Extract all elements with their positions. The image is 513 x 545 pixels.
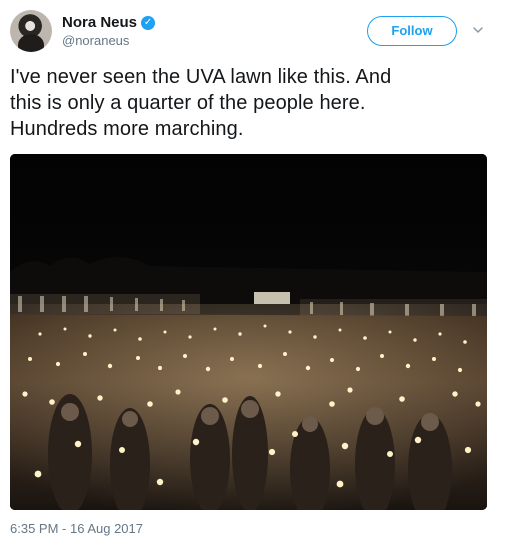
tweet-card: Nora Neus ✓ @noraneus Follow I've never …: [0, 0, 513, 545]
author-display-name[interactable]: Nora Neus: [62, 14, 137, 32]
avatar[interactable]: [10, 10, 52, 52]
verified-badge-icon: ✓: [141, 16, 156, 30]
follow-button[interactable]: Follow: [367, 16, 457, 46]
author-name-row[interactable]: Nora Neus ✓: [62, 14, 156, 32]
tweet-photo[interactable]: [10, 154, 487, 510]
tweet-text-line: Hundreds more marching.: [10, 118, 244, 140]
tweet-timestamp[interactable]: 6:35 PM - 16 Aug 2017: [10, 521, 143, 537]
tweet-header: Nora Neus ✓ @noraneus Follow: [10, 10, 503, 54]
tweet-text: I've never seen the UVA lawn like this. …: [10, 64, 490, 142]
chevron-down-icon[interactable]: [472, 24, 484, 36]
candlelight-crowd-photo: [10, 154, 487, 510]
tweet-text-line: I've never seen the UVA lawn like this. …: [10, 66, 392, 88]
tweet-text-line: this is only a quarter of the people her…: [10, 92, 366, 114]
author-handle[interactable]: @noraneus: [62, 33, 129, 49]
